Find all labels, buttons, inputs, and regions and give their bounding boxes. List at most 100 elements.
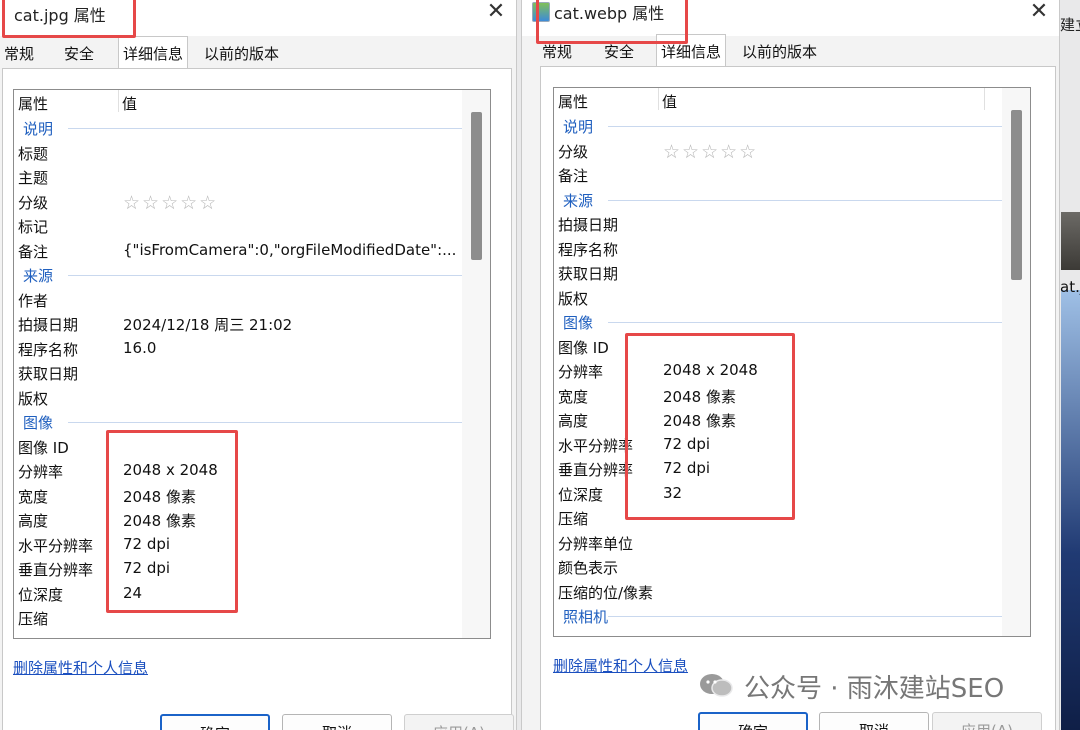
scrollbar[interactable] xyxy=(1002,88,1030,636)
property-row[interactable]: 宽度 2048 像素 xyxy=(554,384,1002,409)
section-label: 说明 xyxy=(563,118,594,136)
window-title: cat.jpg 属性 xyxy=(14,6,106,25)
property-row[interactable]: 主题 xyxy=(14,165,462,190)
tab-security[interactable]: 安全 xyxy=(60,40,98,68)
property-value: {"isFromCamera":0,"orgFileModifiedDate":… xyxy=(123,240,457,259)
section-label: 来源 xyxy=(23,267,54,285)
property-row[interactable]: 垂直分辨率 72 dpi xyxy=(14,557,462,582)
desktop-label: 建立 xyxy=(1060,16,1080,34)
tab-general[interactable]: 常规 xyxy=(538,38,576,66)
remove-properties-link[interactable]: 删除属性和个人信息 xyxy=(553,655,688,676)
property-row[interactable]: 获取日期 xyxy=(554,261,1002,286)
property-row[interactable]: 压缩的位/像素 xyxy=(554,580,1002,605)
remove-properties-link[interactable]: 删除属性和个人信息 xyxy=(13,657,148,678)
property-row[interactable]: 压缩 xyxy=(14,606,462,631)
title-bar[interactable]: cat.jpg 属性 ✕ xyxy=(0,0,516,36)
property-row[interactable]: 程序名称 xyxy=(554,237,1002,262)
property-row[interactable]: 垂直分辨率 72 dpi xyxy=(554,457,1002,482)
property-name: 程序名称 xyxy=(558,240,619,259)
property-name: 水平分辨率 xyxy=(558,436,634,455)
section-header: 说明 xyxy=(14,116,462,141)
property-row[interactable]: 水平分辨率 72 dpi xyxy=(554,433,1002,458)
property-name: 版权 xyxy=(18,389,49,408)
property-row[interactable]: 水平分辨率 72 dpi xyxy=(14,533,462,558)
column-header-value[interactable]: 值 xyxy=(662,91,677,112)
property-name: 分辨率 xyxy=(558,363,604,381)
cancel-button[interactable]: 取消 xyxy=(819,712,929,730)
property-name: 获取日期 xyxy=(18,365,79,383)
rating-stars[interactable]: ☆☆☆☆☆ xyxy=(663,141,758,163)
wechat-icon xyxy=(700,674,733,697)
property-row[interactable]: 图像 ID xyxy=(14,435,462,460)
property-name: 标题 xyxy=(18,144,49,163)
property-name: 位深度 xyxy=(558,485,604,504)
property-name: 拍摄日期 xyxy=(558,216,619,234)
tab-bar: 常规 安全 详细信息 以前的版本 xyxy=(522,34,1059,68)
property-row[interactable]: 备注 xyxy=(554,163,1002,188)
property-row[interactable]: 分级 ☆☆☆☆☆ xyxy=(14,190,462,215)
details-panel: 属性 值 说明标题主题 分级 ☆☆☆☆☆ 标记 备注 {"isFromCamera":0,… xyxy=(2,68,512,730)
scrollbar-thumb[interactable] xyxy=(471,112,482,260)
property-row[interactable]: 拍摄日期 2024/12/18 周三 21:02 xyxy=(14,312,462,337)
properties-dialog-cat-jpg: cat.jpg 属性 ✕ 常规 安全 详细信息 以前的版本 属性 值 说明标题主… xyxy=(0,0,517,730)
property-list[interactable]: 属性 值 说明 分级 ☆☆☆☆☆ 备注 来源 拍摄日期 程序名称 获取日期 版权 图像 图像 ID 分… xyxy=(553,87,1031,637)
tab-details[interactable]: 详细信息 xyxy=(118,36,189,70)
column-header-property[interactable]: 属性 xyxy=(18,93,48,114)
ok-button[interactable]: 确定 xyxy=(160,714,270,730)
cancel-button[interactable]: 取消 xyxy=(282,714,392,730)
file-icon xyxy=(532,2,550,22)
property-row[interactable]: 位深度 32 xyxy=(554,482,1002,507)
property-list[interactable]: 属性 值 说明标题主题 分级 ☆☆☆☆☆ 标记 备注 {"isFromCamera":0,… xyxy=(13,89,491,639)
ok-button[interactable]: 确定 xyxy=(698,712,808,730)
property-name: 图像 ID xyxy=(18,438,69,457)
property-name: 版权 xyxy=(558,289,589,308)
property-row[interactable]: 备注 {"isFromCamera":0,"orgFileModifiedDate… xyxy=(14,239,462,264)
section-header: 图像 xyxy=(14,410,462,435)
property-name: 宽度 xyxy=(18,487,49,506)
window-title: cat.webp 属性 xyxy=(554,4,665,23)
property-row[interactable]: 宽度 2048 像素 xyxy=(14,484,462,509)
scrollbar-thumb[interactable] xyxy=(1011,110,1022,280)
column-header-property[interactable]: 属性 xyxy=(558,91,588,112)
property-row[interactable]: 图像 ID xyxy=(554,335,1002,360)
apply-button[interactable]: 应用(A) xyxy=(404,714,514,730)
property-name: 高度 xyxy=(558,412,589,430)
property-row[interactable]: 分级 ☆☆☆☆☆ xyxy=(554,139,1002,164)
tab-previous-versions[interactable]: 以前的版本 xyxy=(200,40,283,68)
section-header: 照相机 xyxy=(554,604,1002,629)
property-value: 2048 像素 xyxy=(663,412,736,430)
property-row[interactable]: 压缩 xyxy=(554,506,1002,531)
close-icon[interactable]: ✕ xyxy=(482,0,510,26)
property-row[interactable]: 标记 xyxy=(14,214,462,239)
tab-general[interactable]: 常规 xyxy=(0,40,38,68)
property-row[interactable]: 获取日期 xyxy=(14,361,462,386)
scrollbar[interactable] xyxy=(462,90,490,638)
property-row[interactable]: 分辨率单位 xyxy=(554,531,1002,556)
property-row[interactable]: 版权 xyxy=(554,286,1002,311)
property-row[interactable]: 分辨率 2048 x 2048 xyxy=(14,459,462,484)
property-row[interactable]: 颜色表示 xyxy=(554,555,1002,580)
desktop-file-label[interactable]: at.jp xyxy=(1060,278,1080,296)
tab-previous-versions[interactable]: 以前的版本 xyxy=(738,38,821,66)
property-row[interactable]: 标题 xyxy=(14,141,462,166)
apply-button[interactable]: 应用(A) xyxy=(932,712,1042,730)
property-row[interactable]: 分辨率 2048 x 2048 xyxy=(554,359,1002,384)
desktop-file-thumbnail[interactable] xyxy=(1061,212,1080,270)
property-name: 水平分辨率 xyxy=(18,536,94,555)
property-value: 72 dpi xyxy=(663,459,711,477)
column-header-value[interactable]: 值 xyxy=(122,93,137,114)
property-row[interactable]: 版权 xyxy=(14,386,462,411)
property-row[interactable]: 位深度 24 xyxy=(14,582,462,607)
property-value: 2048 像素 xyxy=(123,512,196,530)
tab-details[interactable]: 详细信息 xyxy=(656,34,727,68)
desktop-wallpaper xyxy=(1061,290,1080,730)
tab-security[interactable]: 安全 xyxy=(600,38,638,66)
property-row[interactable]: 高度 2048 像素 xyxy=(14,508,462,533)
property-row[interactable]: 程序名称 16.0 xyxy=(14,337,462,362)
property-row[interactable]: 拍摄日期 xyxy=(554,212,1002,237)
close-icon[interactable]: ✕ xyxy=(1025,0,1053,26)
title-bar[interactable]: cat.webp 属性 ✕ xyxy=(522,0,1059,36)
rating-stars[interactable]: ☆☆☆☆☆ xyxy=(123,192,218,214)
property-row[interactable]: 高度 2048 像素 xyxy=(554,408,1002,433)
property-row[interactable]: 作者 xyxy=(14,288,462,313)
